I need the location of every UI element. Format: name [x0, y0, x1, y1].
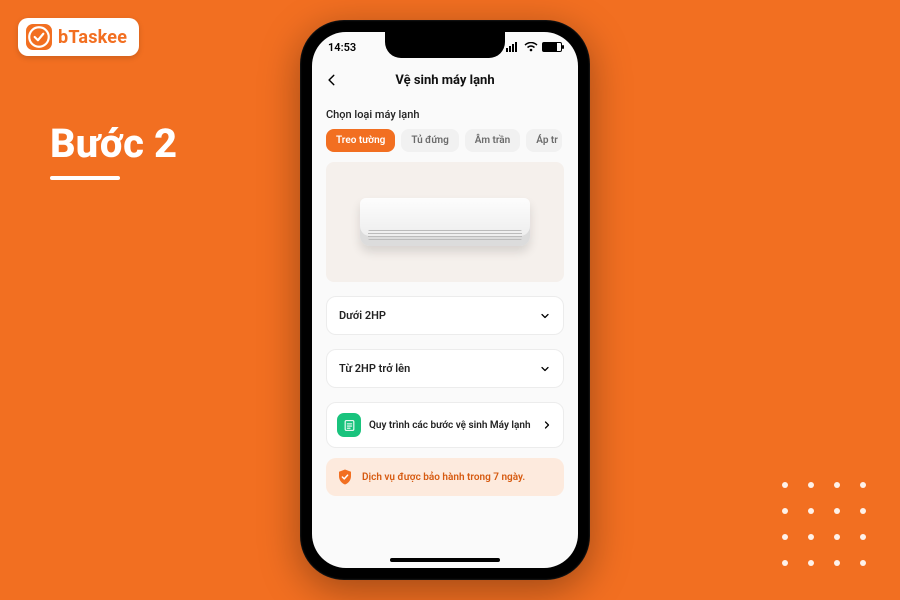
- status-time: 14:53: [328, 41, 356, 54]
- ac-type-tabs: Treo tường Tủ đứng Âm trần Áp tr: [326, 129, 564, 152]
- option-under-2hp[interactable]: Dưới 2HP: [326, 296, 564, 335]
- battery-icon: [542, 42, 562, 52]
- phone-frame: 14:53 Vệ sinh máy lạnh Chọn loại máy lạn…: [300, 20, 590, 580]
- cleaning-process-text: Quy trình các bước vệ sinh Máy lạnh: [369, 420, 531, 431]
- choose-type-label: Chọn loại máy lạnh: [326, 108, 564, 121]
- brand-logo-mark: [26, 24, 52, 50]
- chevron-down-icon: [539, 310, 551, 322]
- app-header: Vệ sinh máy lạnh: [312, 62, 578, 98]
- product-image: [326, 162, 564, 282]
- warranty-text: Dịch vụ được bảo hành trong 7 ngày.: [362, 472, 525, 483]
- tab-wall-mounted[interactable]: Treo tường: [326, 129, 395, 152]
- phone-screen: 14:53 Vệ sinh máy lạnh Chọn loại máy lạn…: [312, 32, 578, 568]
- wifi-icon: [524, 42, 538, 52]
- page-title: Vệ sinh máy lạnh: [395, 73, 494, 88]
- step-label: Bước 2: [50, 120, 177, 167]
- cleaning-process-link[interactable]: Quy trình các bước vệ sinh Máy lạnh: [326, 402, 564, 448]
- chevron-left-icon: [325, 73, 339, 87]
- chevron-right-icon: [541, 419, 553, 431]
- tab-ceiling[interactable]: Âm trần: [465, 129, 520, 152]
- content-area: Chọn loại máy lạnh Treo tường Tủ đứng Âm…: [312, 98, 578, 496]
- tutorial-slide: bTaskee Bước 2 14:53: [0, 0, 900, 600]
- brand-name: bTaskee: [58, 27, 127, 48]
- option-under-2hp-label: Dưới 2HP: [339, 309, 386, 322]
- option-from-2hp-label: Từ 2HP trở lên: [339, 362, 410, 375]
- decorative-dot-grid: [782, 482, 870, 570]
- chevron-down-icon: [539, 363, 551, 375]
- brand-logo: bTaskee: [18, 18, 139, 56]
- shield-check-icon: [336, 468, 354, 486]
- signal-icon: [506, 42, 520, 52]
- warranty-notice: Dịch vụ được bảo hành trong 7 ngày.: [326, 458, 564, 496]
- back-button[interactable]: [322, 70, 342, 90]
- option-from-2hp[interactable]: Từ 2HP trở lên: [326, 349, 564, 388]
- tab-standing[interactable]: Tủ đứng: [401, 129, 458, 152]
- phone-notch: [385, 32, 505, 58]
- step-underline: [50, 176, 120, 180]
- ac-unit-illustration: [360, 198, 530, 246]
- tab-cassette[interactable]: Áp tr: [526, 129, 562, 152]
- home-indicator[interactable]: [390, 558, 500, 562]
- checklist-icon: [337, 413, 361, 437]
- status-right: [506, 42, 562, 52]
